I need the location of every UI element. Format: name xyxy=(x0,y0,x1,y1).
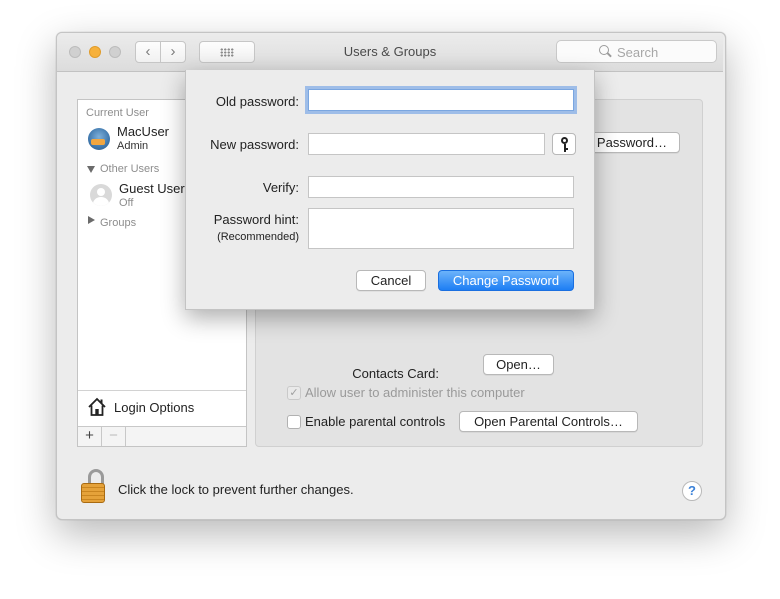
allow-admin-checkbox[interactable]: ✓ xyxy=(287,386,301,400)
current-user-name: MacUser xyxy=(117,124,170,139)
guest-user-status: Off xyxy=(119,197,134,209)
groups-header[interactable]: Groups xyxy=(100,217,136,229)
old-password-label: Old password: xyxy=(215,94,299,109)
change-password-sheet: Old password: New password: Verify: Pass… xyxy=(185,70,595,310)
contacts-card-label: Contacts Card: xyxy=(352,366,439,381)
login-options-label: Login Options xyxy=(114,400,195,415)
old-password-field[interactable] xyxy=(308,89,574,111)
verify-label: Verify: xyxy=(262,180,299,195)
sidebar-toolbar: + − xyxy=(78,426,246,446)
parental-controls-checkbox[interactable] xyxy=(287,415,301,429)
search-icon xyxy=(599,45,609,55)
new-password-label: New password: xyxy=(210,137,299,152)
user-avatar xyxy=(88,128,110,150)
allow-admin-label: Allow user to administer this computer xyxy=(305,385,525,400)
search-placeholder: Search xyxy=(617,45,659,60)
disclosure-down-icon[interactable] xyxy=(87,166,95,173)
other-users-header: Other Users xyxy=(100,163,160,175)
remove-user-button[interactable]: − xyxy=(102,427,126,446)
search-field[interactable]: Search xyxy=(556,40,717,63)
open-parental-controls-button[interactable]: Open Parental Controls… xyxy=(459,411,638,432)
open-contacts-card-button[interactable]: Open… xyxy=(483,354,554,375)
house-icon xyxy=(88,397,106,416)
cancel-button[interactable]: Cancel xyxy=(356,270,426,291)
password-hint-sublabel: (Recommended) xyxy=(217,231,299,243)
login-options-button[interactable]: Login Options xyxy=(78,390,246,426)
title-bar: ‹ › Users & Groups Search xyxy=(57,33,723,72)
current-user-role: Admin xyxy=(117,140,149,152)
guest-avatar xyxy=(90,184,112,206)
parental-controls-label: Enable parental controls xyxy=(305,414,446,429)
password-hint-field[interactable] xyxy=(308,208,574,249)
guest-user-name: Guest User xyxy=(119,181,185,196)
current-user-header: Current User xyxy=(86,107,149,119)
password-assistant-button[interactable] xyxy=(552,133,576,155)
disclosure-right-icon[interactable] xyxy=(88,216,95,224)
change-password-confirm-button[interactable]: Change Password xyxy=(438,270,574,291)
lock-button[interactable] xyxy=(79,469,109,503)
verify-password-field[interactable] xyxy=(308,176,574,198)
help-button[interactable]: ? xyxy=(682,481,702,501)
add-user-button[interactable]: + xyxy=(78,427,102,446)
new-password-field[interactable] xyxy=(308,133,545,155)
lock-message: Click the lock to prevent further change… xyxy=(118,482,354,497)
password-hint-label: Password hint: xyxy=(213,212,299,227)
